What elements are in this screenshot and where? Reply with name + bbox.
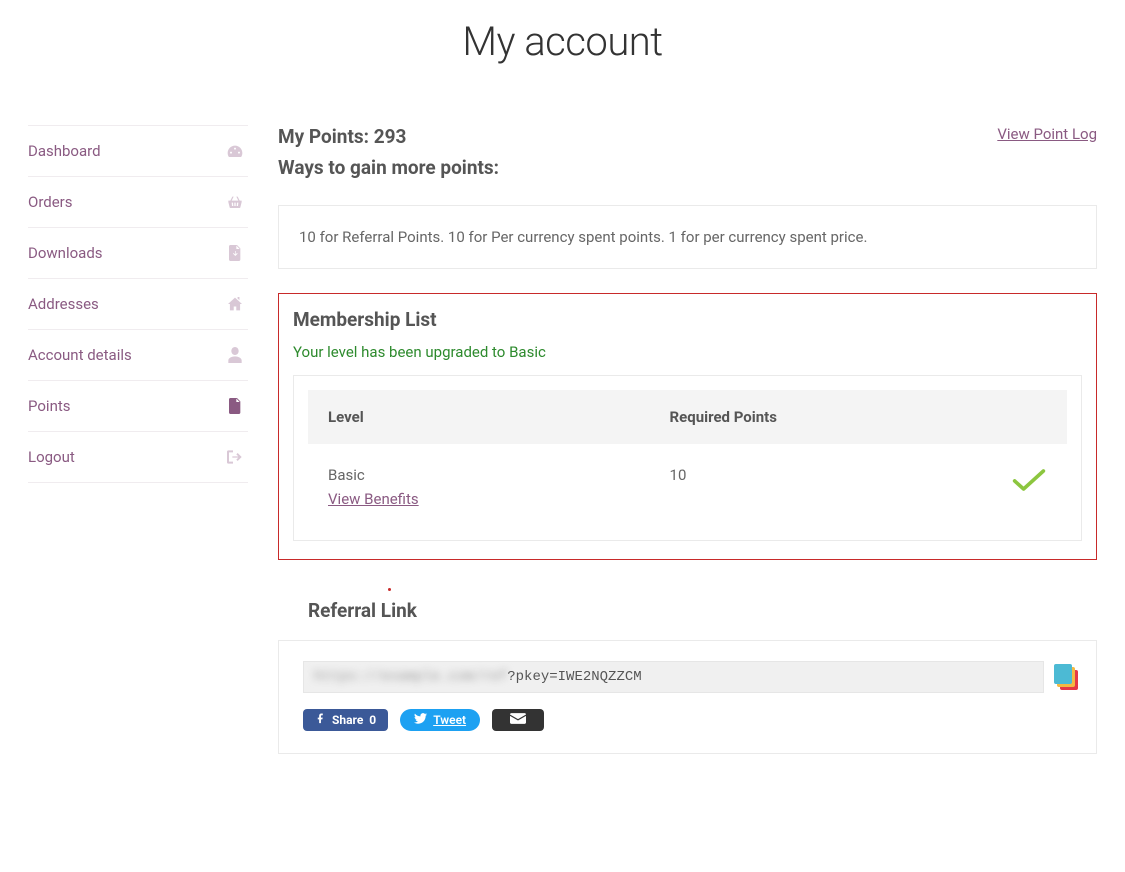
membership-card: Level Required Points Basic View Benefit… [293,375,1082,541]
email-icon [510,713,526,727]
home-icon [226,297,244,311]
page-title: My account [462,18,662,65]
membership-table: Level Required Points Basic View Benefit… [308,390,1067,526]
sidebar-item-label: Addresses [28,295,99,313]
sidebar-item-dashboard[interactable]: Dashboard [28,125,248,177]
sidebar-item-account-details[interactable]: Account details [28,330,248,381]
account-sidebar: Dashboard Orders Downloads [28,125,248,754]
tw-tweet-label: Tweet [433,713,466,727]
my-points-heading: My Points: 293 [278,125,499,148]
sidebar-item-label: Logout [28,448,75,466]
sidebar-item-orders[interactable]: Orders [28,177,248,228]
fb-share-count: 0 [369,713,376,727]
red-dot-indicator [388,588,391,591]
view-point-log-link[interactable]: View Point Log [997,125,1097,143]
upgrade-message: Your level has been upgraded to Basic [293,343,1082,361]
dashboard-icon [226,144,244,158]
checkmark-icon [1011,480,1047,498]
ways-heading: Ways to gain more points: [278,156,499,179]
sidebar-item-label: Dashboard [28,142,101,160]
membership-section: Membership List Your level has been upgr… [278,293,1097,560]
table-row: Basic View Benefits 10 [308,444,1067,526]
twitter-tweet-button[interactable]: Tweet [400,709,480,731]
sidebar-item-points[interactable]: Points [28,381,248,432]
copy-link-icon[interactable] [1054,664,1078,690]
sidebar-item-label: Account details [28,346,132,364]
sidebar-item-label: Points [28,397,71,415]
referral-card: https://example.com/ref?pkey=IWE2NQZZCM … [278,640,1097,754]
col-required: Required Points [650,390,954,444]
signout-icon [226,450,244,464]
document-icon [226,398,244,414]
referral-link-suffix: ?pkey=IWE2NQZZCM [507,669,641,685]
referral-link-input[interactable]: https://example.com/ref?pkey=IWE2NQZZCM [303,661,1044,693]
basket-icon [226,195,244,209]
view-benefits-link[interactable]: View Benefits [328,490,419,508]
user-icon [226,347,244,363]
level-name: Basic [328,466,365,484]
facebook-icon [315,713,326,727]
membership-title: Membership List [293,308,1082,331]
sidebar-item-label: Downloads [28,244,103,262]
facebook-share-button[interactable]: Share 0 [303,709,388,731]
main-content: My Points: 293 Ways to gain more points:… [248,125,1097,754]
sidebar-item-addresses[interactable]: Addresses [28,279,248,330]
required-points: 10 [650,444,954,526]
ways-to-gain-box: 10 for Referral Points. 10 for Per curre… [278,205,1097,269]
points-value: 293 [374,125,407,148]
social-share-row: Share 0 Tweet [303,709,1078,731]
twitter-icon [414,713,427,727]
sidebar-item-downloads[interactable]: Downloads [28,228,248,279]
sidebar-item-label: Orders [28,193,73,211]
file-download-icon [226,245,244,261]
referral-link-blurred: https://example.com/ref [314,669,507,685]
email-share-button[interactable] [492,709,544,731]
fb-share-label: Share [332,713,363,727]
col-level: Level [308,390,650,444]
sidebar-item-logout[interactable]: Logout [28,432,248,483]
referral-title: Referral Link [308,599,1097,622]
